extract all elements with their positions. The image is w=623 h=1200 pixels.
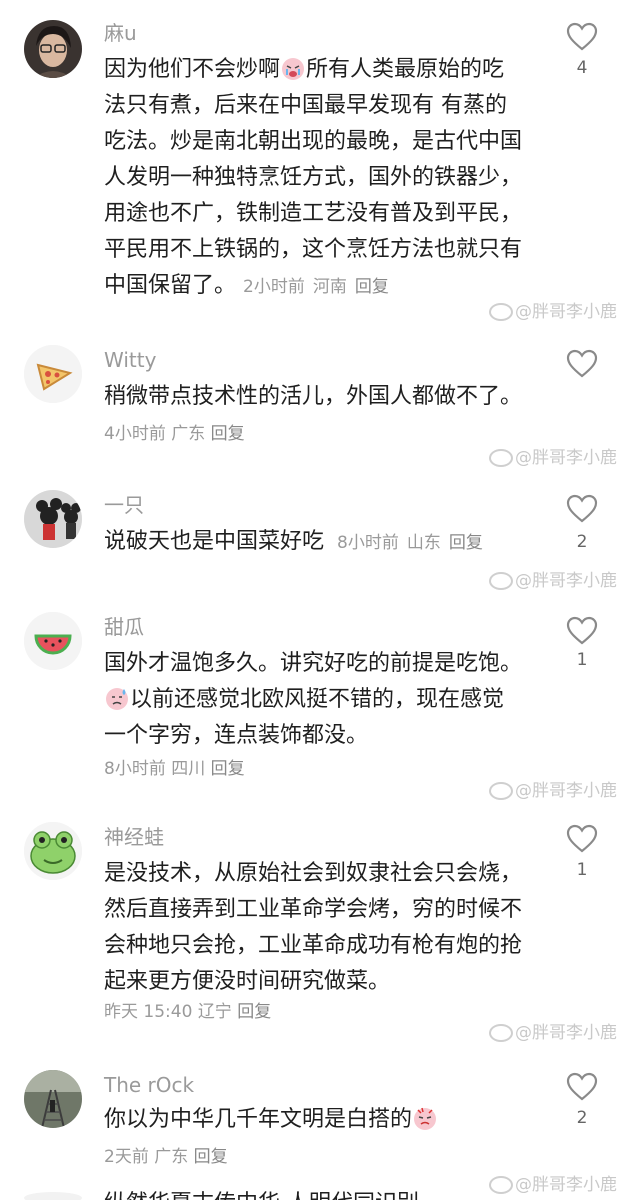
comment-line: 平民用不上铁锅的，这个烹饪方法也就只有: [104, 237, 523, 262]
mickey-avatar-icon: [24, 490, 82, 548]
comment-time: 8小时前: [337, 533, 399, 553]
comment-meta: 4小时前 广东 回复: [104, 419, 245, 449]
comment-line: 吃法。炒是南北朝出现的最晚，是古代中国: [104, 129, 523, 154]
watermelon-avatar-icon: [24, 612, 82, 670]
user-avatar[interactable]: [24, 612, 82, 670]
comment-time: 2天前: [104, 1147, 149, 1167]
reply-button[interactable]: 回复: [211, 759, 245, 779]
watermark: @胖哥李小鹿: [489, 297, 617, 322]
comment-line: 会种地只会抢，工业革命成功有枪有炮的抢: [104, 933, 523, 958]
username[interactable]: The rOck: [104, 1070, 194, 1100]
comment-text: 说破天也是中国菜好吃 8小时前 山东 回复: [104, 524, 564, 561]
pizza-avatar-icon: [24, 345, 82, 403]
comment-line: 国外才温饱多久。讲究好吃的前提是吃饱。: [104, 651, 523, 676]
comment-time: 8小时前: [104, 759, 166, 779]
comment-line: 用途也不广，铁制造工艺没有普及到平民，: [104, 201, 523, 226]
user-avatar[interactable]: [24, 1192, 82, 1200]
comment-line: 然后直接弄到工业革命学会烤，穷的时候不: [104, 897, 523, 922]
reply-button[interactable]: 回复: [194, 1147, 228, 1167]
comment-line: 以前还感觉北欧风挺不错的，现在感觉: [130, 687, 505, 712]
comment-location: 广东: [154, 1147, 189, 1167]
comment-line: 人发明一种独特烹饪方式，国外的铁器少，: [104, 165, 523, 190]
portrait-avatar-icon: [24, 20, 82, 78]
comment-text: 稍微带点技术性的活儿，外国人都做不了。: [104, 379, 544, 415]
comment-line: 中国保留了。: [104, 273, 237, 298]
comment-location: 辽宁: [197, 1002, 232, 1022]
like-count: 4: [576, 58, 588, 78]
railway-avatar-icon: [24, 1070, 82, 1128]
like-count: 1: [576, 860, 588, 880]
comment-meta: 昨天 15:40 辽宁 回复: [104, 997, 271, 1027]
user-avatar[interactable]: [24, 822, 82, 880]
reply-button[interactable]: 回复: [355, 277, 389, 297]
like-heart-icon[interactable]: [566, 349, 598, 379]
comment-time: 昨天 15:40: [104, 1002, 193, 1022]
user-avatar[interactable]: [24, 1070, 82, 1128]
like-heart-icon[interactable]: [566, 824, 598, 854]
watermark: @胖哥李小鹿: [489, 1170, 617, 1195]
crying-emoji-icon: [282, 58, 305, 80]
watermark: @胖哥李小鹿: [489, 776, 617, 801]
username[interactable]: 一只: [104, 490, 144, 520]
blushing-emoji-icon: [414, 1107, 437, 1130]
like-count: 2: [576, 532, 588, 552]
comment-line: 起来更方便没时间研究做菜。: [104, 969, 391, 994]
comment-time: 2小时前: [243, 277, 305, 297]
comment-location: 广东: [171, 424, 206, 444]
comment-meta: 2小时前 河南 回复: [243, 277, 397, 297]
comment-meta: 2天前 广东 回复: [104, 1142, 228, 1172]
comment-text: 国外才温饱多久。讲究好吃的前提是吃饱。 以前还感觉北欧风挺不错的，现在感觉 一个…: [104, 646, 544, 754]
like-heart-icon[interactable]: [566, 1072, 598, 1102]
comment-meta: 8小时前 四川 回复: [104, 754, 245, 784]
comment-line: 你以为中华几千年文明是白搭的: [104, 1107, 413, 1132]
comment-text-cut: 纵然华夏末传中华 人明代同识别: [104, 1185, 419, 1200]
comment-time: 4小时前: [104, 424, 166, 444]
comment-text: 你以为中华几千年文明是白搭的: [104, 1102, 544, 1138]
reply-button[interactable]: 回复: [449, 533, 483, 553]
user-avatar[interactable]: [24, 345, 82, 403]
comment-location: 四川: [171, 759, 206, 779]
username[interactable]: 麻u: [104, 18, 137, 48]
reply-button[interactable]: 回复: [237, 1002, 271, 1022]
comment-line: 稍微带点技术性的活儿，外国人都做不了。: [104, 384, 523, 409]
user-avatar[interactable]: [24, 490, 82, 548]
comment-text: 因为他们不会炒啊 所有人类最原始的吃 法只有煮，后来在中国最早发现有 有蒸的 吃法…: [104, 52, 544, 305]
username[interactable]: Witty: [104, 345, 156, 375]
comment-line: 是没技术，从原始社会到奴隶社会只会烧，: [104, 861, 523, 886]
like-count: 2: [576, 1108, 588, 1128]
username[interactable]: 甜瓜: [104, 612, 144, 642]
comment-line: 说破天也是中国菜好吃: [104, 529, 325, 554]
like-heart-icon[interactable]: [566, 22, 598, 52]
like-heart-icon[interactable]: [566, 494, 598, 524]
watermark: @胖哥李小鹿: [489, 1018, 617, 1043]
watermark: @胖哥李小鹿: [489, 443, 617, 468]
sweat-emoji-icon: [106, 688, 128, 710]
reply-button[interactable]: 回复: [211, 424, 245, 444]
comment-line: 法只有煮，后来在中国最早发现有 有蒸的: [104, 93, 507, 118]
comment-line: 一个字穷，连点装饰都没。: [104, 723, 369, 748]
comment-text: 是没技术，从原始社会到奴隶社会只会烧， 然后直接弄到工业革命学会烤，穷的时候不 …: [104, 856, 544, 1000]
username[interactable]: 神经蛙: [104, 822, 164, 852]
comment-location: 山东: [406, 533, 441, 553]
like-heart-icon[interactable]: [566, 616, 598, 646]
watermark: @胖哥李小鹿: [489, 566, 617, 591]
comment-line: 所有人类最原始的吃: [306, 57, 505, 82]
frog-avatar-icon: [24, 822, 82, 880]
comment-line: 因为他们不会炒啊: [104, 57, 281, 82]
comment-location: 河南: [312, 277, 347, 297]
user-avatar[interactable]: [24, 20, 82, 78]
like-count: 1: [576, 650, 588, 670]
comment-meta: 8小时前 山东 回复: [337, 533, 491, 553]
comment-feed: 麻u 因为他们不会炒啊 所有人类最原始的吃 法只有煮，后来在中国最早发现有 有蒸的…: [0, 0, 623, 1200]
